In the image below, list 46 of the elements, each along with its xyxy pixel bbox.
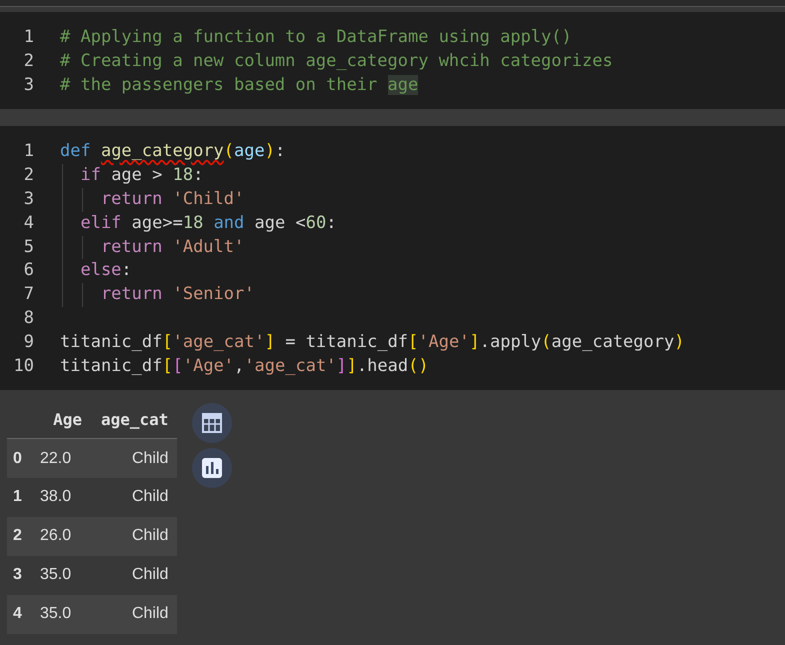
line-number: 10 <box>12 354 34 378</box>
row-index: 4 <box>7 594 31 634</box>
row-index: 0 <box>7 438 31 478</box>
row-index: 3 <box>7 556 31 595</box>
line-number: 8 <box>22 306 34 330</box>
line-number: 9 <box>22 330 34 354</box>
line-number: 1 <box>22 26 34 49</box>
table-cell: Child <box>91 478 178 517</box>
bar-chart-icon <box>201 457 224 480</box>
code-line: else: <box>60 259 132 284</box>
code-line: if age > 18: <box>60 164 204 188</box>
table-view-button[interactable] <box>192 403 232 444</box>
row-index: 1 <box>7 478 31 517</box>
line-number: 1 <box>22 140 34 164</box>
row-index: 2 <box>7 516 31 556</box>
code-cell[interactable]: 1 # Applying a function to a DataFrame using apply() 2 # Creating a new column age_category whcih categorizes 3 # the passengers based on their age <box>0 12 785 110</box>
line-number: 6 <box>22 259 34 282</box>
code-line: # the passengers based on their age <box>60 74 418 97</box>
code-line: return 'Senior' <box>60 283 254 307</box>
table-cell: Child <box>91 594 178 634</box>
chart-button[interactable] <box>192 448 232 488</box>
code-line: elif age>=18 and age <60: <box>60 212 336 236</box>
line-number: 3 <box>22 74 34 97</box>
code-line: titanic_df[['Age','age_cat']].head() <box>60 354 429 378</box>
table-cell: 26.0 <box>31 516 91 556</box>
line-number: 4 <box>22 212 34 235</box>
line-number: 2 <box>22 164 34 188</box>
code-line: return 'Adult' <box>60 236 244 260</box>
table-cell: Child <box>91 438 178 478</box>
code-line: # Applying a function to a DataFrame using apply() <box>60 26 572 49</box>
table-cell: Child <box>91 556 178 595</box>
code-line: titanic_df['age_cat'] = titanic_df['Age'].apply(age_category) <box>60 330 684 354</box>
table-cell: 35.0 <box>31 594 91 634</box>
line-number: 2 <box>22 50 34 73</box>
table-cell: 22.0 <box>31 438 91 478</box>
line-number: 5 <box>22 236 34 259</box>
table-icon <box>201 412 224 434</box>
table-cell: 35.0 <box>31 556 91 595</box>
code-line: # Creating a new column age_category whcih categorizes <box>60 50 613 73</box>
line-number: 3 <box>22 188 34 211</box>
code-line: return 'Child' <box>60 188 244 212</box>
code-line: def age_category(age): <box>60 140 286 164</box>
code-cell[interactable] <box>0 126 785 390</box>
line-number: 7 <box>22 283 34 306</box>
table-cell: Child <box>91 516 178 556</box>
table-cell: 38.0 <box>31 478 91 517</box>
